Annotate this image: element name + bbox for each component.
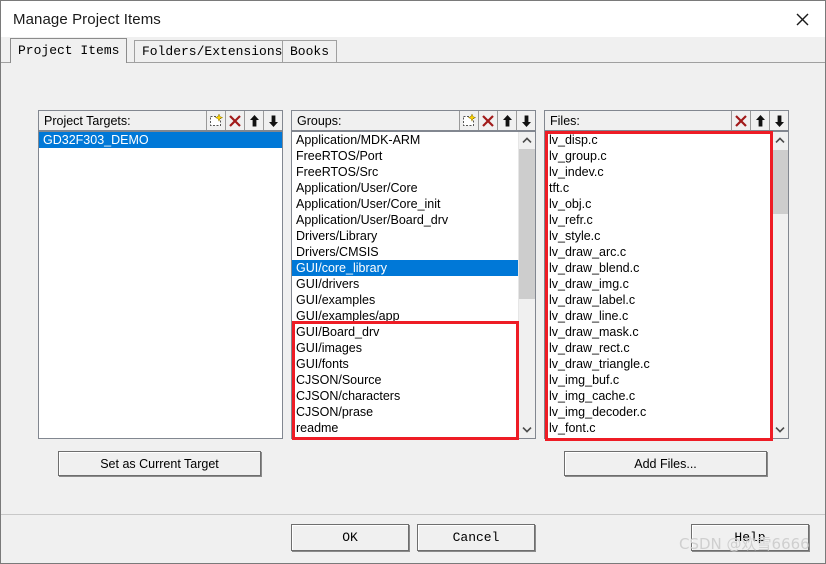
group-row[interactable]: Drivers/Library bbox=[292, 228, 518, 244]
set-as-current-target-button[interactable]: Set as Current Target bbox=[58, 451, 261, 476]
delete-icon[interactable] bbox=[225, 111, 244, 130]
file-row[interactable]: lv_font.c bbox=[545, 420, 771, 436]
file-row[interactable]: lv_draw_line.c bbox=[545, 308, 771, 324]
group-row[interactable]: GUI/core_library bbox=[292, 260, 518, 276]
chevron-up-icon[interactable] bbox=[772, 132, 788, 149]
file-row[interactable]: lv_img_cache.c bbox=[545, 388, 771, 404]
dialog-body: Project Targets: GD32F303_DEMO Groups: A… bbox=[1, 63, 825, 563]
group-row[interactable]: Application/User/Core bbox=[292, 180, 518, 196]
file-row[interactable]: lv_img_buf.c bbox=[545, 372, 771, 388]
group-row[interactable]: Application/User/Core_init bbox=[292, 196, 518, 212]
file-row[interactable]: tft.c bbox=[545, 180, 771, 196]
file-row[interactable]: lv_draw_img.c bbox=[545, 276, 771, 292]
tab-project-items[interactable]: Project Items bbox=[10, 38, 128, 63]
file-row[interactable]: lv_style.c bbox=[545, 228, 771, 244]
file-row[interactable]: lv_group.c bbox=[545, 148, 771, 164]
chevron-down-icon[interactable] bbox=[519, 421, 535, 438]
group-row[interactable]: FreeRTOS/Port bbox=[292, 148, 518, 164]
groups-scrollbar[interactable] bbox=[518, 132, 535, 438]
move-up-icon[interactable] bbox=[244, 111, 263, 130]
project-targets-label: Project Targets: bbox=[44, 113, 131, 128]
file-row[interactable]: lv_indev.c bbox=[545, 164, 771, 180]
project-targets-header: Project Targets: bbox=[38, 110, 283, 131]
file-row[interactable]: lv_img_decoder.c bbox=[545, 404, 771, 420]
file-row[interactable]: lv_draw_triangle.c bbox=[545, 356, 771, 372]
cancel-button[interactable]: Cancel bbox=[417, 524, 535, 551]
files-list[interactable]: lv_disp.c lv_group.c lv_indev.c tft.c lv_obj… bbox=[544, 131, 789, 439]
group-row[interactable]: Application/User/Board_drv bbox=[292, 212, 518, 228]
file-row[interactable]: lv_draw_rect.c bbox=[545, 340, 771, 356]
files-header: Files: bbox=[544, 110, 789, 131]
move-down-icon[interactable] bbox=[769, 111, 788, 130]
group-row[interactable]: CJSON/characters bbox=[292, 388, 518, 404]
group-row[interactable]: FreeRTOS/Src bbox=[292, 164, 518, 180]
file-row[interactable]: lv_draw_mask.c bbox=[545, 324, 771, 340]
file-row[interactable]: lv_draw_arc.c bbox=[545, 244, 771, 260]
group-row[interactable]: CJSON/prase bbox=[292, 404, 518, 420]
groups-scrollbar-thumb[interactable] bbox=[519, 149, 535, 299]
chevron-up-icon[interactable] bbox=[519, 132, 535, 149]
group-row[interactable]: readme bbox=[292, 420, 518, 436]
group-row[interactable]: Application/MDK-ARM bbox=[292, 132, 518, 148]
group-row[interactable]: GUI/images bbox=[292, 340, 518, 356]
group-row[interactable]: GUI/examples bbox=[292, 292, 518, 308]
project-targets-list[interactable]: GD32F303_DEMO bbox=[38, 131, 283, 439]
dialog-footer: OK Cancel Help bbox=[1, 514, 825, 563]
project-targets-toolbar bbox=[206, 111, 282, 130]
groups-label: Groups: bbox=[297, 113, 342, 128]
file-row[interactable]: lv_refr.c bbox=[545, 212, 771, 228]
manage-project-items-dialog: Manage Project Items Project Items Folde… bbox=[0, 0, 826, 564]
delete-icon[interactable] bbox=[731, 111, 750, 130]
title-bar: Manage Project Items bbox=[1, 1, 825, 37]
new-item-icon[interactable] bbox=[459, 111, 478, 130]
move-up-icon[interactable] bbox=[497, 111, 516, 130]
tab-folders-extensions[interactable]: Folders/Extensions bbox=[134, 40, 291, 63]
tab-strip: Project Items Folders/Extensions Books bbox=[1, 37, 825, 63]
group-row[interactable]: GUI/fonts bbox=[292, 356, 518, 372]
help-button[interactable]: Help bbox=[691, 524, 809, 551]
move-down-icon[interactable] bbox=[263, 111, 282, 130]
group-row[interactable]: GUI/Board_drv bbox=[292, 324, 518, 340]
group-row[interactable]: GUI/drivers bbox=[292, 276, 518, 292]
tab-books[interactable]: Books bbox=[282, 40, 338, 63]
move-down-icon[interactable] bbox=[516, 111, 535, 130]
delete-icon[interactable] bbox=[478, 111, 497, 130]
window-title: Manage Project Items bbox=[13, 10, 161, 28]
file-row[interactable]: lv_obj.c bbox=[545, 196, 771, 212]
add-files-button[interactable]: Add Files... bbox=[564, 451, 767, 476]
group-row[interactable]: GUI/examples/app bbox=[292, 308, 518, 324]
ok-button[interactable]: OK bbox=[291, 524, 409, 551]
groups-toolbar bbox=[459, 111, 535, 130]
files-scrollbar[interactable] bbox=[771, 132, 788, 438]
file-row[interactable]: lv_draw_label.c bbox=[545, 292, 771, 308]
project-target-row[interactable]: GD32F303_DEMO bbox=[39, 132, 282, 148]
move-up-icon[interactable] bbox=[750, 111, 769, 130]
file-row[interactable]: lv_draw_blend.c bbox=[545, 260, 771, 276]
group-row[interactable]: Drivers/CMSIS bbox=[292, 244, 518, 260]
close-icon[interactable] bbox=[779, 1, 825, 37]
groups-list[interactable]: Application/MDK-ARM FreeRTOS/Port FreeRTOS… bbox=[291, 131, 536, 439]
chevron-down-icon[interactable] bbox=[772, 421, 788, 438]
file-row[interactable]: lv_disp.c bbox=[545, 132, 771, 148]
group-row[interactable]: CJSON/Source bbox=[292, 372, 518, 388]
files-label: Files: bbox=[550, 113, 580, 128]
new-item-icon[interactable] bbox=[206, 111, 225, 130]
files-toolbar bbox=[731, 111, 788, 130]
groups-header: Groups: bbox=[291, 110, 536, 131]
files-scrollbar-thumb[interactable] bbox=[772, 150, 788, 214]
